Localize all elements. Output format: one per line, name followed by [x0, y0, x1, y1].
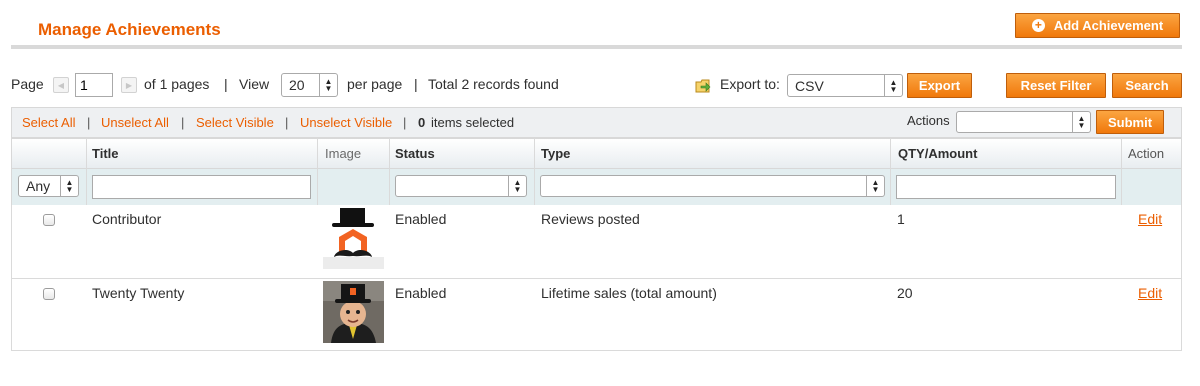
column-qty[interactable]: QTY/Amount	[898, 146, 977, 161]
row-checkbox[interactable]	[43, 214, 55, 226]
pager-separator: |	[224, 76, 228, 92]
export-label: Export to:	[720, 76, 780, 92]
per-page-select[interactable]: 20 ▲ ▼	[281, 73, 338, 97]
status-filter-select[interactable]: ▲ ▼	[395, 175, 527, 197]
export-button[interactable]: Export	[907, 73, 972, 98]
column-action: Action	[1128, 146, 1165, 161]
top-hat-character-icon	[323, 281, 384, 343]
export-icon	[695, 79, 711, 93]
per-page-value: 20	[289, 77, 305, 93]
page-label: Page	[11, 76, 44, 92]
select-arrows-icon: ▲ ▼	[866, 176, 884, 196]
row-qty: 1	[897, 211, 905, 227]
row-status: Enabled	[395, 211, 447, 227]
column-title[interactable]: Title	[92, 146, 119, 161]
plus-icon: +	[1031, 19, 1045, 32]
mass-filter-value: Any	[26, 178, 51, 194]
massaction-separator: |	[181, 115, 185, 130]
row-title: Contributor	[92, 211, 162, 227]
page-number-input[interactable]	[75, 73, 113, 97]
edit-link[interactable]: Edit	[1138, 285, 1162, 301]
reset-filter-button[interactable]: Reset Filter	[1006, 73, 1106, 98]
actions-label: Actions	[907, 113, 950, 128]
add-achievement-label: Add Achievement	[1053, 18, 1164, 33]
select-visible-link[interactable]: Select Visible	[196, 115, 274, 130]
mass-filter-select[interactable]: Any ▲ ▼	[18, 175, 79, 197]
column-type[interactable]: Type	[541, 146, 570, 161]
row-checkbox[interactable]	[43, 288, 55, 300]
select-arrows-icon: ▲ ▼	[508, 176, 526, 196]
type-filter-select[interactable]: ▲ ▼	[540, 175, 885, 197]
export-format-value: CSV	[795, 77, 824, 94]
of-pages-text: of 1 pages	[144, 76, 210, 92]
row-status: Enabled	[395, 285, 447, 301]
select-all-link[interactable]: Select All	[22, 115, 75, 130]
unselect-all-link[interactable]: Unselect All	[101, 115, 169, 130]
grid-header	[11, 138, 1182, 169]
submit-button[interactable]: Submit	[1096, 110, 1164, 134]
previous-page-icon[interactable]: ◀	[53, 77, 69, 93]
select-arrows-icon: ▲ ▼	[60, 176, 78, 196]
row-title: Twenty Twenty	[92, 285, 185, 301]
row-type: Lifetime sales (total amount)	[541, 285, 717, 301]
selected-count: 0	[418, 115, 426, 130]
actions-select[interactable]: ▲ ▼	[956, 111, 1091, 133]
export-format-select[interactable]: CSV ▲ ▼	[787, 74, 903, 97]
column-status[interactable]: Status	[395, 146, 435, 161]
edit-link[interactable]: Edit	[1138, 211, 1162, 227]
qty-filter-input[interactable]	[896, 175, 1116, 199]
massaction-separator: |	[285, 115, 289, 130]
selected-count-label: items selected	[431, 115, 515, 130]
select-arrows-icon: ▲ ▼	[319, 74, 337, 96]
row-qty: 20	[897, 285, 913, 301]
total-records: Total 2 records found	[428, 76, 559, 92]
page-title: Manage Achievements	[38, 20, 221, 39]
massaction-separator: |	[403, 115, 407, 130]
search-button[interactable]: Search	[1112, 73, 1182, 98]
massaction-separator: |	[87, 115, 91, 130]
next-page-icon[interactable]: ▶	[121, 77, 137, 93]
add-achievement-button[interactable]: + Add Achievement	[1015, 13, 1180, 38]
pager-separator-2: |	[414, 76, 418, 92]
row-type: Reviews posted	[541, 211, 640, 227]
select-arrows-icon: ▲ ▼	[1072, 112, 1090, 132]
unselect-visible-link[interactable]: Unselect Visible	[300, 115, 392, 130]
view-label: View	[239, 76, 270, 92]
column-image: Image	[325, 146, 362, 161]
per-page-label: per page	[347, 76, 403, 92]
select-arrows-icon: ▲ ▼	[884, 75, 902, 96]
title-divider	[11, 45, 1182, 49]
title-filter-input[interactable]	[92, 175, 311, 199]
top-hat-mustache-logo-icon	[323, 207, 384, 269]
